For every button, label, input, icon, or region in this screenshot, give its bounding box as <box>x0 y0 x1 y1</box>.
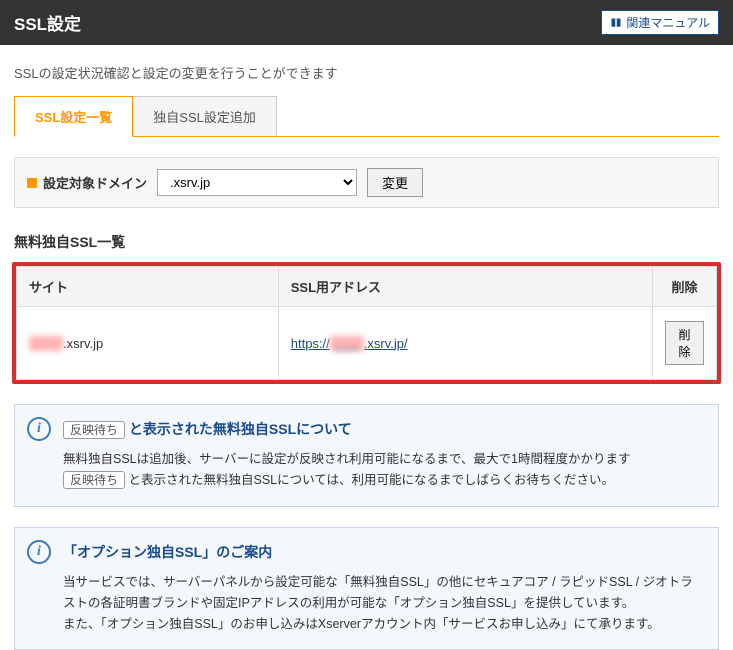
square-icon <box>27 178 37 188</box>
cell-site: xxxx.xsrv.jp <box>17 307 279 380</box>
table-row: xxxx.xsrv.jp https://xxxx.xsrv.jp/ 削除 <box>17 307 717 380</box>
col-address: SSL用アドレス <box>278 267 652 307</box>
info-title: 反映待ち と表示された無料独自SSLについて <box>63 419 704 439</box>
ssl-table: サイト SSL用アドレス 削除 xxxx.xsrv.jp https://xxx… <box>16 266 717 380</box>
manual-button[interactable]: 関連マニュアル <box>601 10 719 35</box>
delete-button[interactable]: 削除 <box>665 321 704 365</box>
info-box-option-ssl: i 「オプション独自SSL」のご案内 当サービスでは、サーバーパネルから設定可能… <box>14 527 719 650</box>
book-icon <box>610 17 622 29</box>
tab-ssl-add[interactable]: 独自SSL設定追加 <box>132 96 277 136</box>
domain-select[interactable]: .xsrv.jp <box>157 169 357 196</box>
ssl-table-highlight: サイト SSL用アドレス 削除 xxxx.xsrv.jp https://xxx… <box>12 262 721 384</box>
page-description: SSLの設定状況確認と設定の変更を行うことができます <box>0 45 733 96</box>
change-button[interactable]: 変更 <box>367 168 423 197</box>
page-header: SSL設定 関連マニュアル <box>0 0 733 45</box>
tab-bar: SSL設定一覧 独自SSL設定追加 <box>14 96 719 137</box>
info-title: 「オプション独自SSL」のご案内 <box>63 542 704 562</box>
col-site: サイト <box>17 267 279 307</box>
info-icon: i <box>27 540 51 564</box>
info-icon: i <box>27 417 51 441</box>
redacted-text: xxxx <box>330 336 364 351</box>
manual-button-label: 関連マニュアル <box>626 14 710 31</box>
info-body: 当サービスでは、サーバーパネルから設定可能な「無料独自SSL」の他にセキュアコア… <box>63 572 704 636</box>
domain-selector-row: 設定対象ドメイン .xsrv.jp 変更 <box>14 157 719 208</box>
info-body: 無料独自SSLは追加後、サーバーに設定が反映され利用可能になるまで、最大で1時間… <box>63 449 704 492</box>
pending-badge: 反映待ち <box>63 421 125 439</box>
col-delete: 削除 <box>653 267 717 307</box>
section-title: 無料独自SSL一覧 <box>14 232 719 252</box>
page-title: SSL設定 <box>14 10 81 35</box>
pending-badge: 反映待ち <box>63 471 125 489</box>
info-box-pending: i 反映待ち と表示された無料独自SSLについて 無料独自SSLは追加後、サーバ… <box>14 404 719 507</box>
redacted-text: xxxx <box>29 336 63 351</box>
tab-ssl-list[interactable]: SSL設定一覧 <box>14 96 133 137</box>
domain-label: 設定対象ドメイン <box>27 173 147 192</box>
cell-address: https://xxxx.xsrv.jp/ <box>278 307 652 380</box>
cell-delete: 削除 <box>653 307 717 380</box>
ssl-url-link[interactable]: https://xxxx.xsrv.jp/ <box>291 336 408 351</box>
